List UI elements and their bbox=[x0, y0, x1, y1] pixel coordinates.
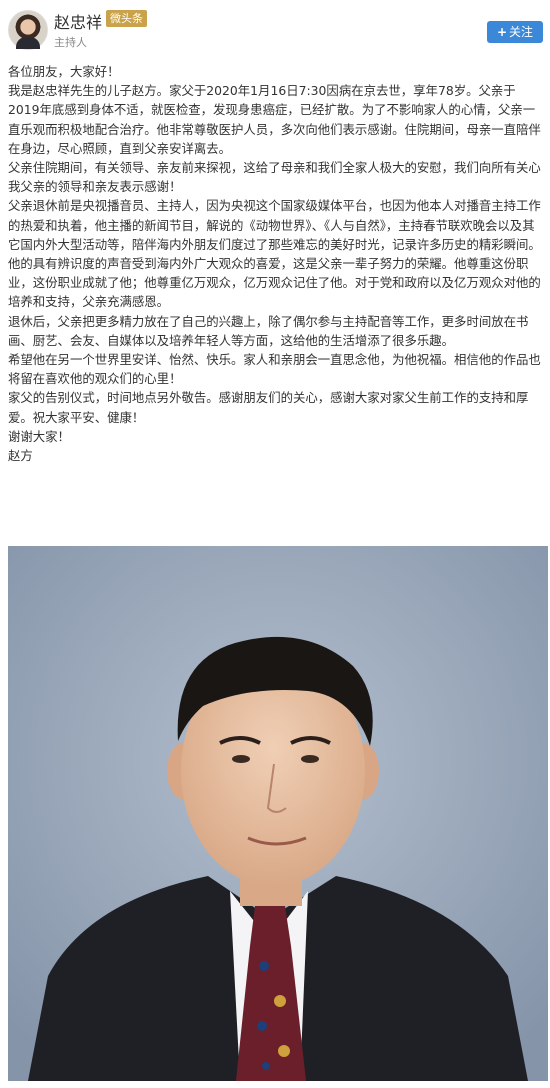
paragraph-retirement: 退休后，父亲把更多精力放在了自己的兴趣上，除了偶尔参与主持配音等工作，更多时间放… bbox=[8, 313, 529, 348]
portrait-photo[interactable] bbox=[8, 546, 548, 1081]
follow-button[interactable]: + 关注 bbox=[487, 21, 543, 43]
paragraph-thanks-visitors: 父亲住院期间，有关领导、亲友前来探视，这给了母亲和我们全家人极大的安慰，我们向所… bbox=[8, 160, 541, 195]
status-badge: 微头条 bbox=[106, 10, 147, 27]
paragraph-signature: 赵方 bbox=[8, 448, 33, 464]
article-body: 各位朋友，大家好！ 我是赵忠祥先生的儿子赵方。家父于2020年1月16日7:30… bbox=[8, 62, 544, 465]
author-subtitle: 主持人 bbox=[54, 36, 87, 49]
portrait-illustration bbox=[8, 546, 548, 1081]
avatar[interactable] bbox=[8, 10, 48, 50]
paragraph-wishes: 希望他在另一个世界里安详、怡然、快乐。家人和亲朋会一直思念他，为他祝福。相信他的… bbox=[8, 352, 541, 387]
paragraph-announcement: 我是赵忠祥先生的儿子赵方。家父于2020年1月16日7:30因病在京去世，享年7… bbox=[8, 83, 541, 156]
author-name[interactable]: 赵忠祥 bbox=[54, 9, 102, 33]
paragraph-greeting: 各位朋友，大家好！ bbox=[8, 64, 120, 79]
paragraph-farewell: 家父的告别仪式，时间地点另外敬告。感谢朋友们的关心，感谢大家对家父生前工作的支持… bbox=[8, 390, 529, 425]
plus-icon: + bbox=[496, 25, 508, 39]
post-header: 赵忠祥 微头条 主持人 + 关注 bbox=[0, 0, 550, 60]
paragraph-career: 父亲退休前是央视播音员、主持人，因为央视这个国家级媒体平台，也因为他本人对播音主… bbox=[8, 198, 541, 310]
follow-label: 关注 bbox=[509, 25, 534, 39]
paragraph-thank-you: 谢谢大家！ bbox=[8, 428, 70, 444]
